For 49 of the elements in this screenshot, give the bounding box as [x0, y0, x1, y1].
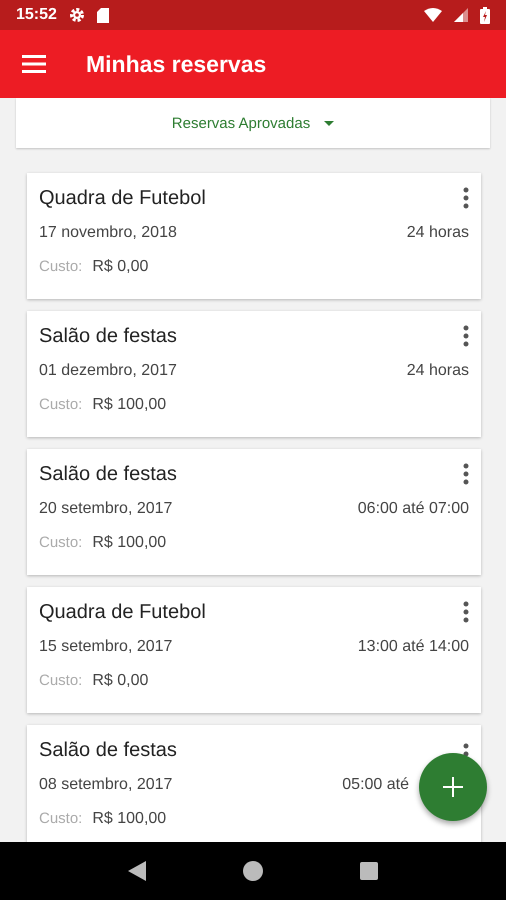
signal-icon	[454, 8, 468, 22]
reservation-card[interactable]: Salão de festas 01 dezembro, 2017 24 horas Custo: R$ 100,00	[27, 311, 481, 437]
battery-icon	[480, 6, 490, 24]
cost-value: R$ 0,00	[92, 672, 148, 690]
reservation-title: Quadra de Futebol	[39, 187, 206, 210]
reservation-card[interactable]: Quadra de Futebol 17 novembro, 2018 24 horas Custo: R$ 0,00	[27, 173, 481, 299]
reservation-time: 06:00 até 07:00	[358, 500, 469, 518]
reservation-time: 05:00 até	[342, 776, 409, 794]
reservation-time: 13:00 até 14:00	[358, 638, 469, 656]
cost-label: Custo:	[39, 534, 82, 552]
more-icon[interactable]	[463, 601, 469, 623]
app-title: Minhas reservas	[86, 50, 266, 78]
reservation-title: Salão de festas	[39, 463, 177, 486]
plus-icon	[443, 777, 463, 797]
cost-value: R$ 100,00	[92, 396, 166, 414]
dropdown-caret-icon	[324, 120, 334, 126]
reservation-title: Salão de festas	[39, 739, 177, 762]
reservation-card[interactable]: Salão de festas 08 setembro, 2017 05:00 até Custo: R$ 100,00	[27, 725, 481, 842]
sd-card-icon	[96, 8, 109, 22]
home-icon[interactable]	[242, 861, 263, 881]
reservation-card[interactable]: Salão de festas 20 setembro, 2017 06:00 até 07:00 Custo: R$ 100,00	[27, 449, 481, 575]
reservation-time: 24 horas	[406, 362, 469, 380]
more-icon[interactable]	[463, 325, 469, 347]
cost-label: Custo:	[39, 258, 82, 276]
cost-value: R$ 0,00	[92, 258, 148, 276]
reservation-date: 20 setembro, 2017	[39, 500, 172, 518]
menu-icon[interactable]	[22, 55, 46, 73]
more-icon[interactable]	[463, 743, 469, 757]
cost-label: Custo:	[39, 810, 82, 828]
reservation-date: 17 novembro, 2018	[39, 224, 177, 242]
reservation-date: 15 setembro, 2017	[39, 638, 172, 656]
reservation-title: Salão de festas	[39, 325, 177, 348]
recents-icon[interactable]	[360, 862, 378, 880]
back-icon[interactable]	[128, 861, 146, 881]
reservation-date: 01 dezembro, 2017	[39, 362, 177, 380]
reservation-time: 24 horas	[406, 224, 469, 242]
status-dropdown[interactable]: Reservas Aprovadas	[16, 98, 490, 148]
cost-value: R$ 100,00	[92, 534, 166, 552]
status-time: 15:52	[16, 6, 57, 24]
gear-icon	[68, 7, 85, 23]
cost-label: Custo:	[39, 672, 82, 690]
reservation-card[interactable]: Quadra de Futebol 15 setembro, 2017 13:00 até 14:00 Custo: R$ 0,00	[27, 587, 481, 713]
more-icon[interactable]	[463, 463, 469, 485]
more-icon[interactable]	[463, 187, 469, 209]
cost-label: Custo:	[39, 396, 82, 414]
reservation-date: 08 setembro, 2017	[39, 776, 172, 794]
cost-value: R$ 100,00	[92, 810, 166, 828]
reservation-title: Quadra de Futebol	[39, 601, 206, 624]
wifi-icon	[424, 8, 442, 22]
